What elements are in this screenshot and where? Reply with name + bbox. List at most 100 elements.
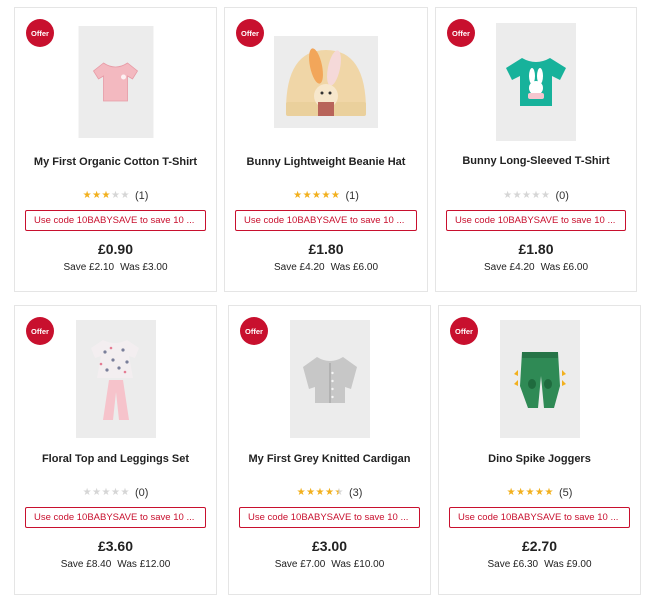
was-price: Was £9.00 (544, 559, 592, 570)
promo-code-box[interactable]: Use code 10BABYSAVE to save 10 ... (25, 210, 206, 231)
rating: ★ ★ ★ ★ ★ (1) (225, 190, 427, 202)
review-count[interactable]: (0) (555, 190, 568, 202)
save-was-prices: Save £2.10 Was £3.00 (15, 262, 216, 273)
star-icon: ★ (540, 190, 550, 201)
product-card[interactable]: Offer Floral Top and Leggings Set ★ ★ ★ ★ ★ … (14, 305, 217, 595)
rating: ★ ★ ★ ★ ★ (5) (439, 487, 640, 499)
star-icon: ★ (120, 487, 130, 498)
star-rating: ★ ★ ★ ★ ★ (297, 488, 344, 498)
star-icon: ★ (302, 190, 312, 201)
was-price: Was £3.00 (120, 262, 168, 273)
star-icon: ★ (92, 487, 102, 498)
product-title[interactable]: My First Organic Cotton T-Shirt (15, 156, 216, 168)
offer-badge: Offer (26, 19, 54, 47)
price: £1.80 (518, 241, 554, 257)
rating: ★ ★ ★ ★ ★ (3) (229, 487, 430, 499)
star-rating: ★ ★ ★ ★ ★ (83, 191, 130, 201)
star-icon: ★ (325, 487, 334, 498)
rating: ★ ★ ★ ★ ★ (1) (15, 190, 216, 202)
save-amount: Save £4.20 (273, 262, 325, 273)
star-icon: ★ (512, 190, 522, 201)
save-was-prices: Save £4.20 Was £6.00 (436, 262, 636, 273)
star-icon: ★ (503, 190, 513, 201)
review-count[interactable]: (3) (349, 487, 362, 499)
product-image[interactable] (274, 36, 378, 128)
rating: ★ ★ ★ ★ ★ (0) (15, 487, 216, 499)
offer-badge: Offer (240, 317, 268, 345)
star-icon: ★ (330, 190, 340, 201)
offer-badge: Offer (447, 19, 475, 47)
save-amount: Save £7.00 (274, 559, 326, 570)
price: £1.80 (308, 241, 344, 257)
star-icon: ★ (544, 487, 554, 498)
grey-cardigan-icon (302, 357, 357, 403)
save-amount: Save £8.40 (60, 559, 112, 570)
star-half-icon: ★ (334, 487, 344, 498)
star-icon: ★ (506, 487, 516, 498)
product-title[interactable]: Bunny Long-Sleeved T-Shirt (436, 155, 636, 167)
star-icon: ★ (120, 190, 130, 201)
review-count[interactable]: (1) (345, 190, 358, 202)
save-was-prices: Save £8.40 Was £12.00 (15, 559, 216, 570)
promo-code-box[interactable]: Use code 10BABYSAVE to save 10 ... (449, 507, 630, 528)
floral-outfit-icon (90, 340, 139, 420)
product-image[interactable] (75, 320, 156, 438)
star-icon: ★ (82, 190, 92, 201)
product-card[interactable]: Offer Dino Spike Joggers ★ ★ ★ ★ ★ (5) Use c… (438, 305, 641, 595)
promo-code-box[interactable]: Use code 10BABYSAVE to save 10 ... (239, 507, 420, 528)
star-icon: ★ (101, 190, 111, 201)
promo-code-box[interactable]: Use code 10BABYSAVE to save 10 ... (25, 507, 206, 528)
promo-code-box[interactable]: Use code 10BABYSAVE to save 10 ... (446, 210, 626, 231)
star-icon: ★ (312, 190, 321, 201)
star-rating: ★ ★ ★ ★ ★ (503, 191, 550, 201)
star-icon: ★ (531, 190, 541, 201)
star-icon: ★ (516, 487, 526, 498)
save-was-prices: Save £6.30 Was £9.00 (439, 559, 640, 570)
review-count[interactable]: (5) (559, 487, 572, 499)
review-count[interactable]: (1) (135, 190, 148, 202)
star-icon: ★ (92, 190, 102, 201)
product-title[interactable]: Dino Spike Joggers (439, 453, 640, 465)
product-title[interactable]: My First Grey Knitted Cardigan (229, 453, 430, 465)
save-was-prices: Save £4.20 Was £6.00 (225, 262, 427, 273)
teal-bunny-tshirt-icon (506, 58, 566, 106)
star-icon: ★ (82, 487, 92, 498)
save-was-prices: Save £7.00 Was £10.00 (229, 559, 430, 570)
star-icon: ★ (525, 487, 535, 498)
star-rating: ★ ★ ★ ★ ★ (293, 191, 340, 201)
product-card[interactable]: Offer My First Grey Knitted Cardigan ★ ★ ★… (228, 305, 431, 595)
star-icon: ★ (306, 487, 316, 498)
review-count[interactable]: (0) (135, 487, 148, 499)
star-rating: ★ ★ ★ ★ ★ (83, 488, 130, 498)
product-grid: Offer My First Organic Cotton T-Shirt ★ ★… (0, 0, 650, 600)
was-price: Was £6.00 (540, 262, 589, 273)
product-card[interactable]: Offer Bunny Long-Sleeved T-Shirt ★ ★ ★ ★ ★ (… (435, 7, 637, 292)
bunny-beanie-hat-icon (286, 48, 366, 116)
was-price: Was £6.00 (330, 262, 379, 273)
pink-tshirt-icon (92, 62, 139, 102)
star-icon: ★ (535, 487, 544, 498)
price: £3.60 (97, 538, 134, 554)
product-card[interactable]: Offer Bunny Lightweight Beanie Hat ★ ★ ★ ★ ★… (224, 7, 428, 292)
star-icon: ★ (296, 487, 306, 498)
product-image[interactable] (78, 26, 153, 138)
product-card[interactable]: Offer My First Organic Cotton T-Shirt ★ ★… (14, 7, 217, 292)
star-icon: ★ (101, 487, 111, 498)
promo-code-box[interactable]: Use code 10BABYSAVE to save 10 ... (235, 210, 417, 231)
product-title[interactable]: Bunny Lightweight Beanie Hat (225, 156, 427, 168)
star-icon: ★ (293, 190, 303, 201)
star-icon: ★ (315, 487, 325, 498)
price: £2.70 (521, 538, 558, 554)
product-title[interactable]: Floral Top and Leggings Set (15, 453, 216, 465)
product-image[interactable] (499, 320, 580, 438)
offer-badge: Offer (236, 19, 264, 47)
offer-badge: Offer (450, 317, 478, 345)
save-amount: Save £6.30 (487, 559, 539, 570)
price: £0.90 (97, 241, 134, 257)
star-icon: ★ (111, 190, 120, 201)
was-price: Was £12.00 (117, 559, 171, 570)
price: £3.00 (311, 538, 348, 554)
star-icon: ★ (321, 190, 331, 201)
product-image[interactable] (289, 320, 370, 438)
product-image[interactable] (496, 23, 576, 141)
